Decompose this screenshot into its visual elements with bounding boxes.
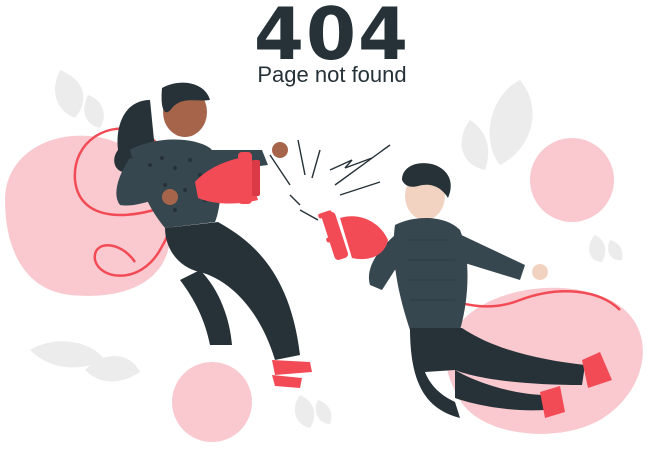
- pink-circle-bottom: [172, 362, 252, 442]
- spark-lines: [269, 139, 391, 221]
- leaf-decoration-top-right: [461, 80, 533, 170]
- leaf-decoration-right: [589, 235, 623, 262]
- not-found-page: 404 Page not found: [0, 0, 664, 450]
- error-message: Page not found: [257, 62, 407, 87]
- plug-male: [318, 210, 388, 260]
- leaf-decoration-bottom-center: [294, 395, 332, 428]
- pink-circle-right: [530, 138, 614, 222]
- leaf-decoration-bottom-left: [30, 341, 140, 382]
